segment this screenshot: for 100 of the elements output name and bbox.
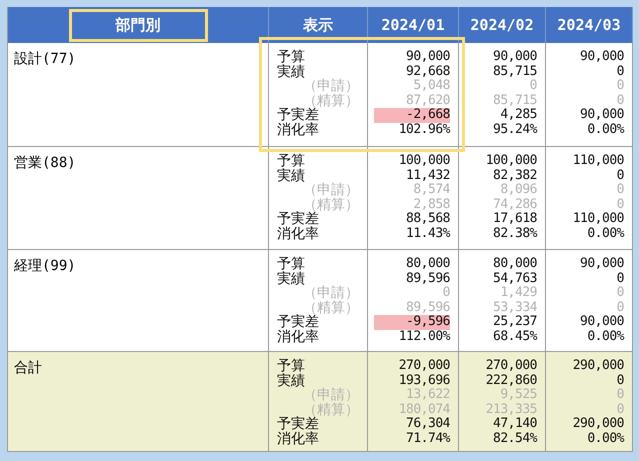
value-text: 80,000 bbox=[492, 257, 537, 272]
value-text: 8,096 bbox=[499, 183, 537, 198]
line-label: （申請） bbox=[302, 286, 360, 300]
value-text: 180,074 bbox=[398, 402, 450, 417]
line-label: 実績 bbox=[277, 168, 306, 183]
value-text: 193,696 bbox=[398, 374, 450, 388]
column-header: 2024/01 bbox=[380, 15, 446, 36]
value-text: 222,860 bbox=[484, 374, 537, 388]
line-label: 実績 bbox=[277, 374, 306, 388]
value-text: 85,715 bbox=[492, 64, 537, 79]
value-text: 100,000 bbox=[484, 154, 537, 168]
value-text: 270,000 bbox=[398, 359, 450, 374]
value-text: 102.96% bbox=[398, 122, 450, 137]
line-label: （精算） bbox=[303, 300, 360, 315]
line-label: （申請） bbox=[302, 388, 360, 402]
value-text: 82.54% bbox=[492, 432, 537, 446]
value-text: 47,140 bbox=[492, 417, 537, 432]
department-name: 設計(77) bbox=[14, 51, 76, 67]
value-text: 89,596 bbox=[405, 272, 450, 286]
value-text: 11.43% bbox=[405, 226, 450, 241]
value-text: 0 bbox=[616, 286, 624, 300]
value-text: 0 bbox=[442, 286, 450, 300]
value-text: 110,000 bbox=[572, 212, 624, 226]
value-text: 1,429 bbox=[499, 286, 537, 300]
department-name: 経理(99) bbox=[14, 258, 76, 274]
line-label: 予算 bbox=[277, 359, 306, 374]
department-name: 合計 bbox=[14, 360, 42, 376]
value-text: 88,568 bbox=[405, 212, 450, 226]
value-text: 90,000 bbox=[579, 257, 624, 272]
column-header: 2024/03 bbox=[556, 15, 622, 36]
value-text: 25,237 bbox=[492, 315, 537, 330]
line-label: （精算） bbox=[303, 402, 360, 417]
value-text: 290,000 bbox=[572, 359, 624, 374]
value-text: 92,668 bbox=[405, 64, 450, 79]
value-text: 87,620 bbox=[405, 94, 450, 108]
line-label: 消化率 bbox=[277, 226, 320, 241]
value-text: 17,618 bbox=[492, 212, 537, 226]
value-text: 0 bbox=[616, 79, 624, 94]
value-text: 90,000 bbox=[492, 50, 537, 64]
value-text: 54,763 bbox=[492, 272, 537, 286]
value-text: 82.38% bbox=[492, 226, 537, 241]
value-text: 85,715 bbox=[492, 94, 537, 108]
line-label: （精算） bbox=[303, 94, 360, 108]
value-text: 0.00% bbox=[586, 226, 624, 241]
line-label: 実績 bbox=[277, 272, 306, 286]
line-label: 予算 bbox=[277, 154, 306, 168]
line-label: 消化率 bbox=[277, 432, 320, 446]
line-label: 予算 bbox=[277, 257, 306, 272]
value-text: 0 bbox=[616, 300, 624, 315]
value-text: 0 bbox=[616, 402, 624, 417]
line-label: 実績 bbox=[277, 64, 306, 79]
value-text: 112.00% bbox=[398, 330, 450, 344]
value-text: 100,000 bbox=[398, 154, 450, 168]
value-text: 90,000 bbox=[579, 50, 624, 64]
line-label: （申請） bbox=[302, 183, 360, 198]
value-text: 5,048 bbox=[412, 79, 450, 94]
value-text: 4,285 bbox=[499, 108, 537, 122]
value-text: 82,382 bbox=[492, 168, 537, 183]
column-header: 表示 bbox=[302, 14, 334, 36]
value-text: 0 bbox=[616, 272, 624, 286]
line-label: 予実差 bbox=[277, 315, 320, 330]
value-text: -2,668 bbox=[374, 108, 450, 122]
value-text: 76,304 bbox=[405, 417, 450, 432]
value-text: -9,596 bbox=[374, 315, 450, 330]
value-text: 90,000 bbox=[579, 108, 624, 122]
department-name: 営業(88) bbox=[14, 155, 76, 171]
value-text: 0 bbox=[616, 168, 624, 183]
value-text: 0 bbox=[616, 64, 624, 79]
value-text: 90,000 bbox=[579, 315, 624, 330]
line-label: 予実差 bbox=[277, 212, 320, 226]
line-label: （申請） bbox=[302, 79, 360, 94]
value-text: 0 bbox=[616, 183, 624, 198]
value-text: 0.00% bbox=[586, 432, 624, 446]
value-text: 8,574 bbox=[412, 183, 450, 198]
value-text: 0 bbox=[528, 79, 537, 94]
value-text: 74,286 bbox=[492, 198, 537, 212]
value-text: 13,622 bbox=[405, 388, 450, 402]
value-text: 11,432 bbox=[405, 168, 450, 183]
column-header: 部門別 bbox=[68, 8, 208, 42]
value-text: 0 bbox=[616, 198, 624, 212]
value-text: 110,000 bbox=[572, 154, 624, 168]
value-text: 89,596 bbox=[405, 300, 450, 315]
line-label: （精算） bbox=[303, 198, 360, 212]
value-text: 90,000 bbox=[405, 50, 450, 64]
value-text: 0.00% bbox=[586, 122, 624, 137]
value-text: 71.74% bbox=[405, 432, 450, 446]
value-text: 2,858 bbox=[412, 198, 450, 212]
value-text: 0 bbox=[616, 388, 624, 402]
value-text: 213,335 bbox=[484, 402, 537, 417]
value-text: 0.00% bbox=[586, 330, 624, 344]
line-label: 消化率 bbox=[277, 330, 320, 344]
value-text: 53,334 bbox=[492, 300, 537, 315]
value-text: 80,000 bbox=[405, 257, 450, 272]
line-label: 予実差 bbox=[277, 108, 320, 122]
value-text: 270,000 bbox=[484, 359, 537, 374]
value-text: 95.24% bbox=[492, 122, 537, 137]
value-text: 0 bbox=[616, 374, 624, 388]
value-text: 68.45% bbox=[492, 330, 537, 344]
value-text: 0 bbox=[616, 94, 624, 108]
column-header: 2024/02 bbox=[469, 15, 535, 36]
